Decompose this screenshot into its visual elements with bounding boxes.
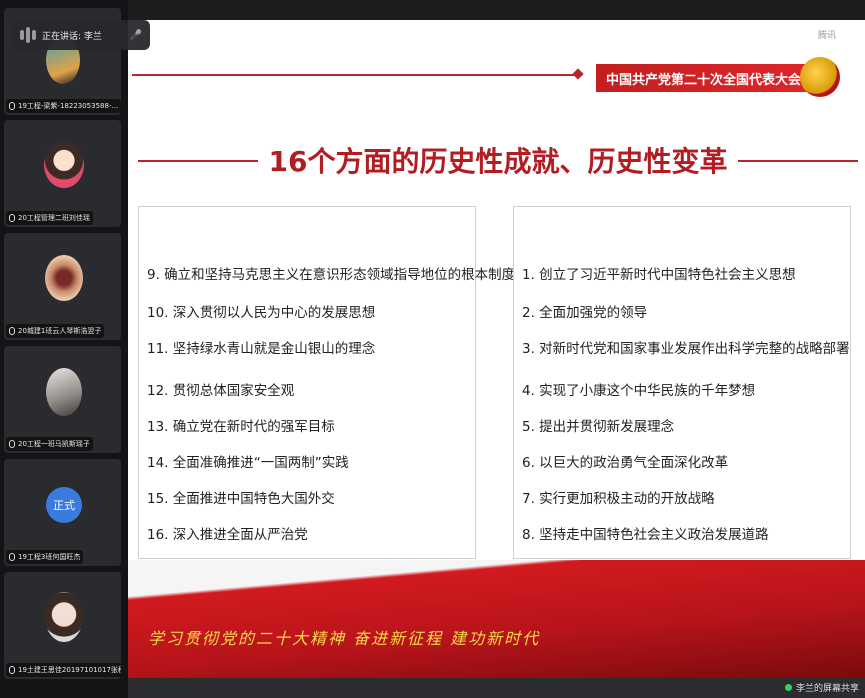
decorative-red-band (128, 560, 865, 678)
list-item: 9. 确立和坚持马克思主义在意识形态领域指导地位的根本制度 (147, 267, 516, 283)
title-row: 16个方面的历史性成就、历史性变革 (138, 140, 858, 184)
list-item: 2. 全面加强党的领导 (522, 305, 648, 321)
list-item: 3. 对新时代党和国家事业发展作出科学完整的战略部署 (522, 341, 850, 357)
participant-label: 19土建王思佳20197101017张秋鉴 (6, 663, 121, 677)
participant-name: 19工程-梁紫-18223053588-... (18, 102, 119, 110)
list-item: 8. 坚持走中国特色社会主义政治发展道路 (522, 527, 769, 543)
participant-name: 20工程一班马凯斯瑶子 (18, 440, 90, 448)
achievements-box-left: 9. 确立和坚持马克思主义在意识形态领域指导地位的根本制度 10. 深入贯彻以人… (138, 206, 515, 559)
list-item: 15. 全面推进中国特色大国外交 (147, 491, 335, 507)
participant-tile[interactable]: 19土建王思佳20197101017张秋鉴 (4, 572, 121, 679)
header-title: 中国共产党第二十次全国代表大会 (596, 64, 821, 92)
slide-slogan: 学习贯彻党的二十大精神 奋进新征程 建功新时代 (148, 629, 541, 648)
participant-tile[interactable]: 20城建1班云人琴斯浩翌子 (4, 233, 121, 340)
mic-icon (9, 214, 15, 222)
mic-icon (9, 553, 15, 561)
participant-label: 19工程3班何国旺杰 (6, 550, 84, 564)
participant-name: 20工程管理二班刘佳瑶 (18, 214, 90, 222)
slide-logo: 腾讯 (818, 31, 837, 41)
list-item: 4. 实现了小康这个中华民族的千年梦想 (522, 383, 756, 399)
mic-icon (9, 440, 15, 448)
audio-wave-icon (20, 27, 36, 43)
sharing-indicator-icon (784, 684, 792, 691)
participant-label: 20工程管理二班刘佳瑶 (6, 211, 93, 225)
avatar (46, 368, 82, 416)
screen-share-bar: 李兰的屏幕共享 (128, 678, 865, 698)
avatar (44, 142, 84, 188)
mic-icon (9, 666, 15, 674)
avatar (45, 255, 83, 301)
party-emblem-icon (800, 57, 840, 97)
list-item: 10. 深入贯彻以人民为中心的发展思想 (147, 305, 376, 321)
screen-share-label: 李兰的屏幕共享 (795, 684, 859, 694)
title-rule-left (138, 160, 258, 162)
avatar (45, 592, 83, 642)
participant-tile[interactable]: 20工程一班马凯斯瑶子 (4, 346, 121, 453)
mic-icon (9, 327, 15, 335)
list-item: 11. 坚持绿水青山就是金山银山的理念 (147, 341, 376, 357)
slide-top-strip (128, 20, 865, 40)
screen-share-tag[interactable]: 李兰的屏幕共享 (784, 681, 859, 694)
list-item: 16. 深入推进全面从严治党 (147, 527, 308, 543)
speaker-mic-icon: 🎤 (129, 29, 142, 41)
participant-label: 20城建1班云人琴斯浩翌子 (6, 324, 105, 338)
participant-panel: 正在讲话: 李兰 🎤 19工程-梁紫-18223053588-... 20工程管… (0, 0, 150, 698)
participant-name: 19工程3班何国旺杰 (18, 553, 81, 561)
participant-tile[interactable]: 20工程管理二班刘佳瑶 (4, 120, 121, 227)
list-item: 6. 以巨大的政治勇气全面深化改革 (522, 455, 729, 471)
list-item: 7. 实行更加积极主动的开放战略 (522, 491, 715, 507)
participant-name: 19土建王思佳20197101017张秋鉴 (18, 666, 121, 674)
participant-label: 19工程-梁紫-18223053588-... (6, 99, 121, 113)
participant-tile[interactable]: 正式 19工程3班何国旺杰 (4, 459, 121, 566)
slide-title: 16个方面的历史性成就、历史性变革 (268, 145, 728, 178)
list-item: 13. 确立党在新时代的强军目标 (147, 419, 335, 435)
header-rule (132, 74, 582, 76)
shared-slide: 腾讯 中国共产党第二十次全国代表大会 16个方面的历史性成就、历史性变革 9. … (128, 20, 865, 678)
current-speaker-tag: 正在讲话: 李兰 🎤 (12, 20, 150, 50)
current-speaker-label: 正在讲话: 李兰 (42, 31, 102, 42)
participant-label: 20工程一班马凯斯瑶子 (6, 437, 93, 451)
achievements-box-right: 1. 创立了习近平新时代中国特色社会主义思想 2. 全面加强党的领导 3. 对新… (513, 206, 851, 559)
initials-avatar: 正式 (46, 487, 82, 523)
list-item: 5. 提出并贯彻新发展理念 (522, 419, 675, 435)
header-diamond (572, 68, 584, 80)
mic-icon (9, 102, 15, 110)
title-rule-right (738, 160, 858, 162)
list-item: 12. 贯彻总体国家安全观 (147, 383, 295, 399)
list-item: 14. 全面准确推进“一国两制”实践 (147, 455, 349, 471)
participant-name: 20城建1班云人琴斯浩翌子 (18, 327, 102, 335)
list-item: 1. 创立了习近平新时代中国特色社会主义思想 (522, 267, 796, 283)
